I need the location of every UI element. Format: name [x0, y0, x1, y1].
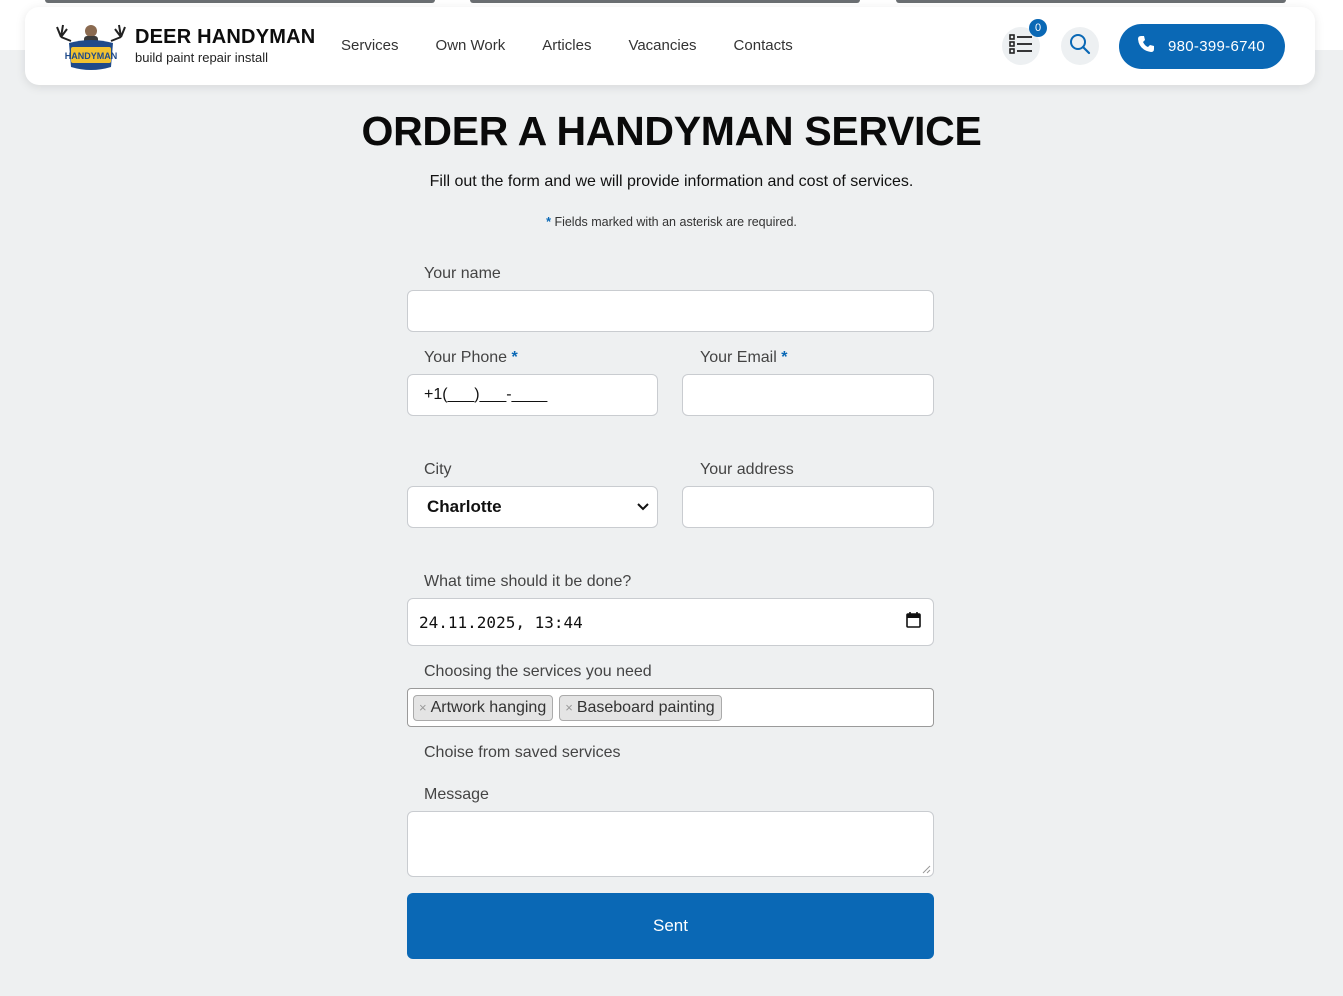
- email-input[interactable]: [682, 374, 934, 416]
- search-button[interactable]: [1061, 27, 1099, 65]
- list-icon: [1009, 33, 1033, 60]
- submit-button[interactable]: Sent: [407, 893, 934, 959]
- address-label: Your address: [700, 461, 794, 478]
- city-select[interactable]: Charlotte: [407, 486, 658, 528]
- required-note-text: Fields marked with an asterisk are requi…: [554, 215, 797, 229]
- banner-image: [45, 0, 435, 3]
- banner-image: [470, 0, 860, 3]
- name-label: Your name: [424, 265, 501, 282]
- phone-input[interactable]: +1(___)___-____: [407, 374, 658, 416]
- service-tag-label: Baseboard painting: [576, 698, 715, 716]
- nav-item-own-work[interactable]: Own Work: [436, 37, 506, 54]
- phone-label: Your Phone *: [424, 349, 518, 367]
- saved-count-badge: 0: [1029, 19, 1047, 37]
- message-textarea[interactable]: [407, 811, 934, 877]
- deer-handyman-logo[interactable]: HANDYMAN: [55, 19, 127, 73]
- remove-tag-icon[interactable]: ×: [565, 700, 573, 715]
- required-fields-note: * Fields marked with an asterisk are req…: [0, 215, 1343, 229]
- site-header: HANDYMAN DEER HANDYMAN build paint repai…: [25, 7, 1315, 85]
- page-title: ORDER A HANDYMAN SERVICE: [361, 108, 982, 154]
- required-asterisk: *: [546, 215, 551, 229]
- email-label-text: Your Email: [700, 349, 777, 366]
- calendar-icon[interactable]: [906, 611, 921, 633]
- datetime-value: 24.11.2025, 13:44: [419, 612, 583, 632]
- datetime-input[interactable]: 24.11.2025, 13:44: [407, 598, 934, 646]
- service-tag-label: Artwork hanging: [430, 698, 547, 716]
- required-asterisk: *: [511, 349, 518, 366]
- time-label: What time should it be done?: [424, 573, 632, 590]
- brand-tagline: build paint repair install: [135, 50, 268, 65]
- phone-label-text: Your Phone: [424, 349, 508, 366]
- required-asterisk: *: [781, 349, 788, 366]
- page-subtitle: Fill out the form and we will provide in…: [429, 173, 914, 190]
- logo-text: HANDYMAN: [65, 51, 118, 61]
- brand-title[interactable]: DEER HANDYMAN: [135, 26, 315, 49]
- phone-icon: [1137, 35, 1155, 58]
- phone-call-button[interactable]: 980-399-6740: [1119, 24, 1285, 69]
- name-input[interactable]: [407, 290, 934, 332]
- services-multiselect[interactable]: × Artwork hanging × Baseboard painting: [407, 688, 934, 727]
- main-nav: Services Own Work Articles Vacancies Con…: [341, 37, 830, 54]
- remove-tag-icon[interactable]: ×: [419, 700, 427, 715]
- address-input[interactable]: [682, 486, 934, 528]
- service-tag[interactable]: × Baseboard painting: [559, 694, 722, 721]
- saved-services-link[interactable]: Choise from saved services: [424, 744, 621, 762]
- message-label: Message: [424, 786, 489, 803]
- banner-image: [896, 0, 1286, 3]
- search-icon: [1069, 33, 1091, 60]
- phone-number: 980-399-6740: [1168, 38, 1266, 55]
- email-label: Your Email *: [700, 349, 787, 367]
- chevron-down-icon: [637, 498, 649, 516]
- services-label: Choosing the services you need: [424, 663, 652, 680]
- nav-item-services[interactable]: Services: [341, 37, 399, 54]
- city-selected-value: Charlotte: [427, 497, 502, 516]
- service-tag[interactable]: × Artwork hanging: [413, 694, 554, 721]
- city-label: City: [424, 461, 452, 478]
- resize-handle-icon[interactable]: [922, 865, 931, 874]
- nav-item-vacancies[interactable]: Vacancies: [628, 37, 696, 54]
- nav-item-articles[interactable]: Articles: [542, 37, 591, 54]
- nav-item-contacts[interactable]: Contacts: [734, 37, 793, 54]
